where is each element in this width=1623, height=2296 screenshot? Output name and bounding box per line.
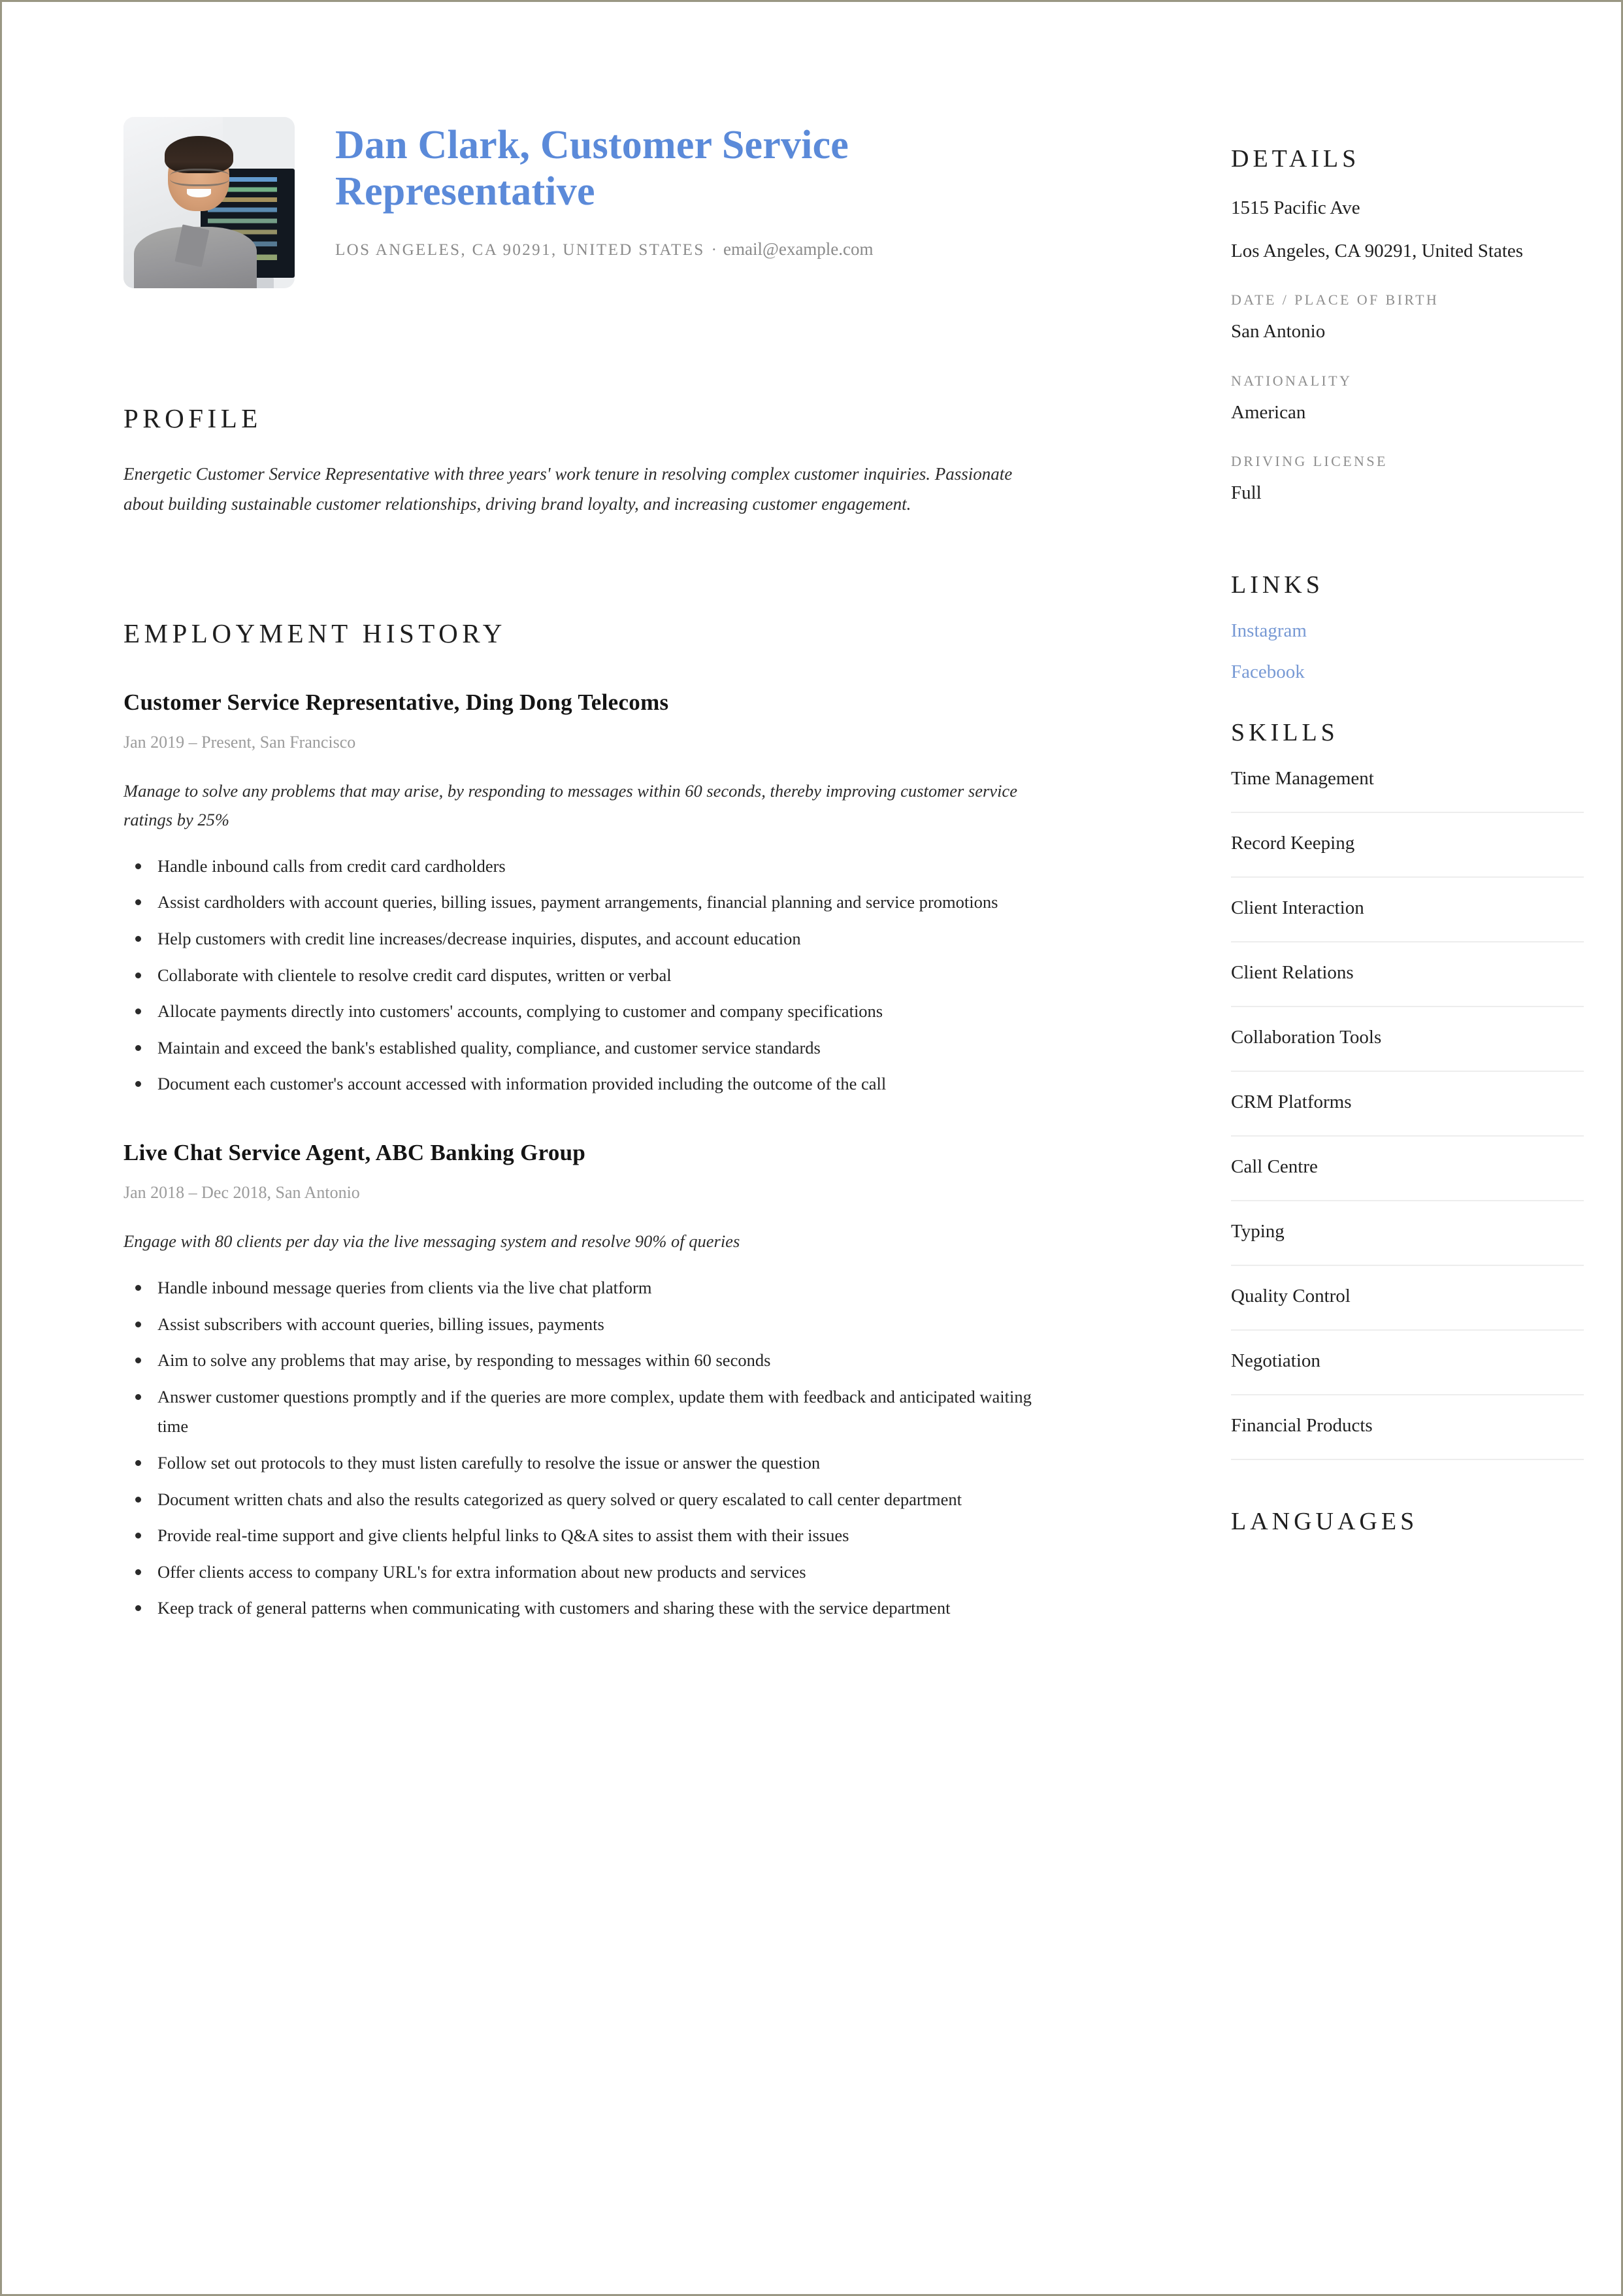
link-facebook[interactable]: Facebook: [1231, 661, 1584, 683]
skill-item: Client Relations: [1231, 962, 1584, 1007]
skill-item: Call Centre: [1231, 1156, 1584, 1201]
list-item: Handle inbound message queries from clie…: [135, 1273, 1043, 1303]
resume-header: Dan Clark, Customer Service Representati…: [123, 117, 1143, 288]
glasses-icon: [169, 168, 230, 186]
detail-value-driving-license: Full: [1231, 482, 1262, 503]
list-item: Document written chats and also the resu…: [135, 1485, 1043, 1515]
list-item: Collaborate with clientele to resolve cr…: [135, 961, 1043, 991]
resume-page: Dan Clark, Customer Service Representati…: [0, 0, 1623, 2296]
detail-address-line2: Los Angeles, CA 90291, United States: [1231, 240, 1524, 261]
contact-line: LOS ANGELES, CA 90291, UNITED STATES · ema…: [335, 237, 1060, 262]
job-title: Live Chat Service Agent, ABC Banking Gro…: [123, 1139, 586, 1165]
detail-label-dob: DATE / PLACE OF BIRTH: [1231, 291, 1439, 308]
skill-item: Quality Control: [1231, 1286, 1584, 1331]
sidebar-title-languages: LANGUAGES: [1231, 1507, 1418, 1535]
list-item: Follow set out protocols to they must li…: [135, 1448, 1043, 1478]
languages-section: LANGUAGES: [1231, 1507, 1584, 1536]
list-item: Assist cardholders with account queries,…: [135, 888, 1043, 918]
job-entry: Live Chat Service Agent, ABC Banking Gro…: [123, 1140, 1143, 1623]
main-column: Dan Clark, Customer Service Representati…: [123, 2, 1143, 1630]
contact-address: LOS ANGELES, CA 90291, UNITED STATES: [335, 241, 705, 259]
profile-photo: [123, 117, 295, 288]
detail-label-nationality: NATIONALITY: [1231, 372, 1352, 389]
job-meta: Jan 2019 – Present, San Francisco: [123, 732, 356, 752]
job-duties-list: Handle inbound message queries from clie…: [123, 1273, 1143, 1623]
job-title: Customer Service Representative, Ding Do…: [123, 689, 669, 715]
skill-item: Record Keeping: [1231, 833, 1584, 878]
skill-item: CRM Platforms: [1231, 1091, 1584, 1137]
sidebar: DETAILS 1515 Pacific Ave Los Angeles, CA…: [1231, 2, 1584, 1557]
header-text: Dan Clark, Customer Service Representati…: [335, 117, 1060, 263]
sidebar-title-links: LINKS: [1231, 571, 1324, 599]
skill-item: Negotiation: [1231, 1350, 1584, 1395]
section-title-employment: EMPLOYMENT HISTORY: [123, 618, 506, 648]
detail-value-nationality: American: [1231, 401, 1306, 423]
links-section: LINKS Instagram Facebook: [1231, 571, 1584, 683]
list-item: Answer customer questions promptly and i…: [135, 1382, 1043, 1442]
contact-separator: ·: [711, 241, 717, 259]
sidebar-title-details: DETAILS: [1231, 145, 1360, 173]
list-item: Help customers with credit line increase…: [135, 924, 1043, 954]
detail-address-line1: 1515 Pacific Ave: [1231, 197, 1360, 218]
person-smile: [186, 189, 211, 198]
contact-email[interactable]: email@example.com: [723, 239, 874, 259]
list-item: Maintain and exceed the bank's establish…: [135, 1033, 1043, 1063]
skills-section: SKILLS Time Management Record Keeping Cl…: [1231, 718, 1584, 1460]
job-meta: Jan 2018 – Dec 2018, San Antonio: [123, 1182, 360, 1202]
skill-item: Time Management: [1231, 768, 1584, 813]
detail-label-driving-license: DRIVING LICENSE: [1231, 453, 1388, 469]
sidebar-title-skills: SKILLS: [1231, 718, 1339, 746]
list-item: Handle inbound calls from credit card ca…: [135, 852, 1043, 882]
job-duties-list: Handle inbound calls from credit card ca…: [123, 852, 1143, 1099]
list-item: Document each customer's account accesse…: [135, 1069, 1043, 1099]
person-hair: [164, 135, 233, 174]
list-item: Assist subscribers with account queries,…: [135, 1310, 1043, 1340]
list-item: Keep track of general patterns when comm…: [135, 1593, 1043, 1623]
page-title: Dan Clark, Customer Service Representati…: [335, 123, 849, 214]
skill-item: Financial Products: [1231, 1415, 1584, 1460]
detail-value-dob: San Antonio: [1231, 321, 1326, 342]
skill-item: Collaboration Tools: [1231, 1027, 1584, 1072]
list-item: Offer clients access to company URL's fo…: [135, 1557, 1043, 1588]
list-item: Allocate payments directly into customer…: [135, 997, 1043, 1027]
job-entry: Customer Service Representative, Ding Do…: [123, 690, 1143, 1099]
skill-item: Typing: [1231, 1221, 1584, 1266]
list-item: Provide real-time support and give clien…: [135, 1521, 1043, 1551]
skill-item: Client Interaction: [1231, 897, 1584, 942]
job-description: Manage to solve any problems that may ar…: [123, 780, 1017, 829]
job-description: Engage with 80 clients per day via the l…: [123, 1231, 740, 1251]
profile-text: Energetic Customer Service Representativ…: [123, 464, 1013, 514]
link-instagram[interactable]: Instagram: [1231, 620, 1584, 642]
section-title-profile: PROFILE: [123, 403, 262, 433]
list-item: Aim to solve any problems that may arise…: [135, 1346, 1043, 1376]
